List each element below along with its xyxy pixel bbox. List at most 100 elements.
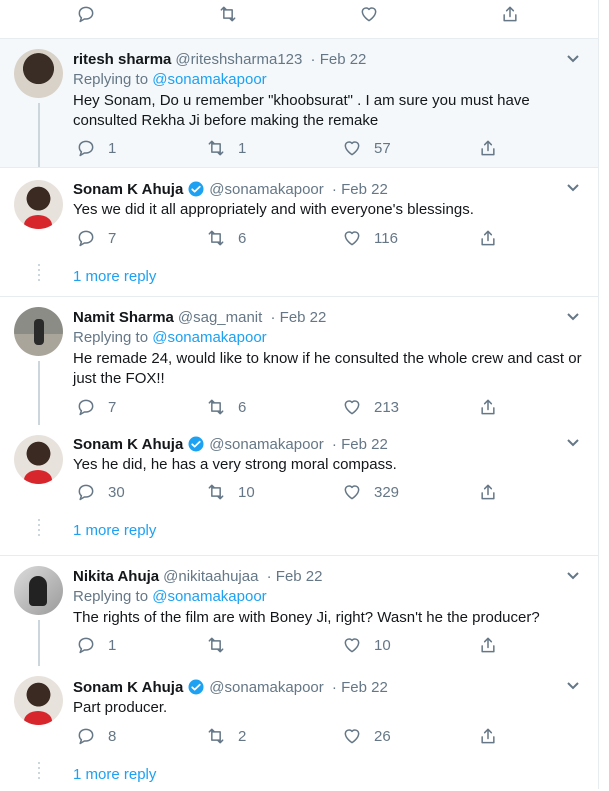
tweet-text: Part producer. xyxy=(73,699,168,716)
like-button[interactable]: 213 xyxy=(342,397,399,417)
user-handle[interactable]: @riteshsharma123 xyxy=(175,51,302,68)
share-button[interactable] xyxy=(478,482,498,502)
retweet-count: 6 xyxy=(238,398,247,416)
chevron-down-icon xyxy=(567,439,579,447)
thread-dots xyxy=(37,264,41,284)
reply-button[interactable]: 7 xyxy=(76,397,116,417)
user-name[interactable]: Sonam K Ahuja xyxy=(73,436,183,453)
thread-line xyxy=(38,103,40,167)
share-icon xyxy=(481,728,495,744)
reply-button[interactable]: 1 xyxy=(76,635,116,655)
share-button[interactable] xyxy=(478,635,498,655)
tweet-text: Yes we did it all appropriately and with… xyxy=(73,201,474,218)
user-name[interactable]: ritesh sharma xyxy=(73,51,171,68)
like-button[interactable] xyxy=(359,4,379,24)
reply-button[interactable]: 30 xyxy=(76,482,125,502)
user-handle[interactable]: @sonamakapoor xyxy=(209,436,323,453)
user-handle[interactable]: @sag_manit xyxy=(178,309,262,326)
like-icon xyxy=(344,400,360,415)
more-replies-link[interactable]: 1 more reply xyxy=(73,268,156,285)
user-name[interactable]: Namit Sharma xyxy=(73,309,174,326)
tweet-menu-button[interactable] xyxy=(566,435,580,449)
retweet-button[interactable]: 1 xyxy=(206,138,246,158)
retweet-icon xyxy=(208,728,224,744)
tweet-menu-button[interactable] xyxy=(566,678,580,692)
reply-count: 1 xyxy=(108,636,117,654)
retweet-button[interactable]: 2 xyxy=(206,726,246,746)
tweet-text: Yes he did, he has a very strong moral c… xyxy=(73,456,397,473)
retweet-icon xyxy=(208,637,224,653)
share-button[interactable] xyxy=(500,4,520,24)
share-button[interactable] xyxy=(478,397,498,417)
chevron-down-icon xyxy=(567,313,579,321)
share-icon xyxy=(481,140,495,156)
avatar[interactable] xyxy=(14,307,63,356)
tweet[interactable]: Sonam K Ahuja @sonamakapoor · Feb 22 Part… xyxy=(0,666,598,791)
replying-to-link[interactable]: @sonamakapoor xyxy=(152,71,266,88)
share-button[interactable] xyxy=(478,228,498,248)
avatar[interactable] xyxy=(14,435,63,484)
more-replies-link[interactable]: 1 more reply xyxy=(73,766,156,783)
replying-to: Replying to @sonamakapoor xyxy=(73,71,267,88)
user-handle[interactable]: @sonamakapoor xyxy=(209,679,323,696)
like-button[interactable]: 329 xyxy=(342,482,399,502)
avatar[interactable] xyxy=(14,676,63,725)
replying-label: Replying to xyxy=(73,71,149,88)
user-handle[interactable]: @sonamakapoor xyxy=(209,181,323,198)
retweet-button[interactable]: 6 xyxy=(206,228,246,248)
like-button[interactable]: 26 xyxy=(342,726,391,746)
tweet-date[interactable]: Feb 22 xyxy=(320,51,367,68)
user-handle[interactable]: @nikitaahujaa xyxy=(163,568,258,585)
share-button[interactable] xyxy=(478,138,498,158)
tweet-date[interactable]: Feb 22 xyxy=(276,568,323,585)
chevron-down-icon xyxy=(567,184,579,192)
replying-to-link[interactable]: @sonamakapoor xyxy=(152,588,266,605)
reply-button[interactable]: 8 xyxy=(76,726,116,746)
like-icon xyxy=(361,7,377,22)
avatar[interactable] xyxy=(14,566,63,615)
replying-to-link[interactable]: @sonamakapoor xyxy=(152,329,266,346)
like-button[interactable]: 116 xyxy=(342,228,398,248)
tweet[interactable]: Namit Sharma @sag_manit · Feb 22 Replying… xyxy=(0,297,598,425)
user-name[interactable]: Sonam K Ahuja xyxy=(73,181,183,198)
reply-button[interactable]: 7 xyxy=(76,228,116,248)
like-button[interactable]: 57 xyxy=(342,138,391,158)
tweet-menu-button[interactable] xyxy=(566,568,580,582)
tweet-date[interactable]: Feb 22 xyxy=(280,309,327,326)
avatar[interactable] xyxy=(14,49,63,98)
replying-to: Replying to @sonamakapoor xyxy=(73,329,267,346)
retweet-button[interactable]: 10 xyxy=(206,482,255,502)
retweet-button[interactable] xyxy=(206,635,238,655)
tweet[interactable]: Sonam K Ahuja @sonamakapoor · Feb 22 Yes … xyxy=(0,425,598,556)
retweet-button[interactable] xyxy=(218,4,238,24)
tweet-date[interactable]: Feb 22 xyxy=(341,679,388,696)
tweet-date[interactable]: Feb 22 xyxy=(341,436,388,453)
tweet-text: Hey Sonam, Do u remember "khoobsurat" . … xyxy=(73,92,530,129)
tweet[interactable]: Nikita Ahuja @nikitaahujaa · Feb 22 Reply… xyxy=(0,556,598,666)
tweet-text: The rights of the film are with Boney Ji… xyxy=(73,609,540,626)
tweet-text: He remade 24, would like to know if he c… xyxy=(73,350,582,387)
tweet-date[interactable]: Feb 22 xyxy=(341,181,388,198)
tweet-menu-button[interactable] xyxy=(566,51,580,65)
verified-badge-icon xyxy=(187,435,205,453)
like-count: 213 xyxy=(374,398,400,416)
user-name[interactable]: Sonam K Ahuja xyxy=(73,679,183,696)
more-replies-link[interactable]: 1 more reply xyxy=(73,522,156,539)
tweet-menu-button[interactable] xyxy=(566,180,580,194)
avatar[interactable] xyxy=(14,180,63,229)
tweet[interactable]: Sonam K Ahuja @sonamakapoor · Feb 22 Yes … xyxy=(0,168,598,297)
tweet-menu-button[interactable] xyxy=(566,309,580,323)
user-name[interactable]: Nikita Ahuja xyxy=(73,568,159,585)
tweet-header: Sonam K Ahuja @sonamakapoor · Feb 22 xyxy=(73,435,388,453)
share-button[interactable] xyxy=(478,726,498,746)
retweet-icon xyxy=(208,484,224,500)
like-button[interactable]: 10 xyxy=(342,635,391,655)
tweet[interactable]: ritesh sharma @riteshsharma123 · Feb 22 R… xyxy=(0,39,598,168)
like-icon xyxy=(344,231,360,246)
reply-button[interactable]: 1 xyxy=(76,138,116,158)
reply-count: 1 xyxy=(108,139,117,157)
retweet-button[interactable]: 6 xyxy=(206,397,246,417)
reply-button[interactable] xyxy=(76,4,96,24)
tweet-header: Sonam K Ahuja @sonamakapoor · Feb 22 xyxy=(73,181,388,198)
share-icon xyxy=(481,399,495,415)
